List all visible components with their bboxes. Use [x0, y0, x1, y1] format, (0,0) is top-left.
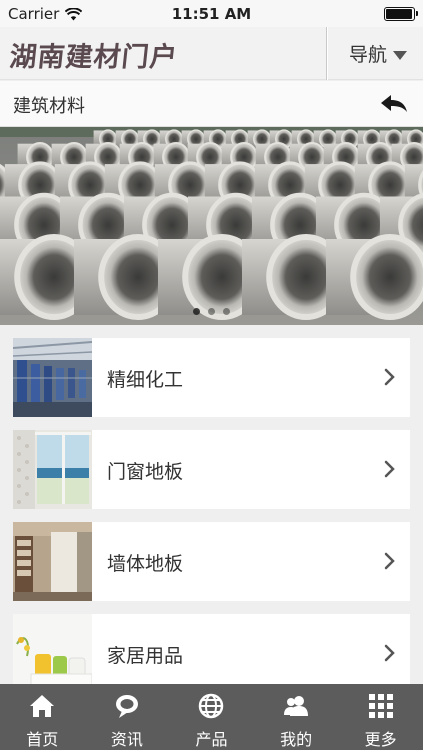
hero-banner[interactable] — [0, 127, 423, 325]
tab-label: 资讯 — [110, 730, 143, 749]
caret-down-icon — [393, 50, 407, 60]
clock: 11:51 AM — [171, 5, 252, 23]
tab-more[interactable]: 更多 — [338, 684, 423, 750]
list-item-home-goods[interactable]: 家居用品 — [13, 614, 410, 693]
battery-icon — [384, 7, 418, 21]
thumbnail-window-image — [13, 430, 92, 509]
chevron-right-icon — [384, 460, 395, 478]
tab-label: 产品 — [195, 730, 228, 749]
tab-home[interactable]: 首页 — [0, 684, 85, 750]
users-icon — [284, 696, 309, 716]
list-item-label: 家居用品 — [107, 645, 184, 667]
thumbnail-sofa-image — [13, 614, 92, 693]
list-item-label: 精细化工 — [107, 369, 184, 391]
section-title: 建筑材料 — [13, 96, 85, 117]
back-arrow-icon[interactable] — [379, 92, 409, 116]
bottom-tab-bar: 首页 资讯 产品 我的 更多 — [0, 684, 423, 750]
app-screen: Carrier 11:51 AM 湖南建材门户 导航 建筑材料 精细化工 门窗地… — [0, 0, 423, 750]
globe-icon — [199, 693, 224, 719]
banner-image-concrete-pipes — [0, 127, 423, 325]
tab-news[interactable]: 资讯 — [85, 684, 170, 750]
chevron-right-icon — [384, 368, 395, 386]
chevron-right-icon — [384, 644, 395, 662]
banner-dot[interactable] — [193, 308, 200, 315]
list-item-fine-chemicals[interactable]: 精细化工 — [13, 338, 410, 417]
thumbnail-room-image — [13, 522, 92, 601]
list-item-walls-flooring[interactable]: 墙体地板 — [13, 522, 410, 601]
status-bar: Carrier 11:51 AM — [0, 0, 423, 27]
list-item-label: 墙体地板 — [107, 553, 184, 575]
header-divider — [326, 27, 327, 80]
tab-label: 我的 — [280, 730, 313, 749]
chevron-right-icon — [384, 552, 395, 570]
banner-dot[interactable] — [208, 308, 215, 315]
banner-dot[interactable] — [223, 308, 230, 315]
tab-products[interactable]: 产品 — [169, 684, 254, 750]
banner-pagination — [0, 308, 423, 315]
chat-bubble-icon — [115, 695, 138, 718]
grid-icon — [368, 694, 393, 718]
thumbnail-factory-image — [13, 338, 92, 417]
app-header: 湖南建材门户 导航 — [0, 27, 423, 80]
category-list: 精细化工 门窗地板 墙体地板 家居用品 — [13, 338, 410, 706]
site-logo[interactable]: 湖南建材门户 — [8, 35, 180, 74]
list-item-doors-windows-flooring[interactable]: 门窗地板 — [13, 430, 410, 509]
tab-mine[interactable]: 我的 — [254, 684, 339, 750]
navigation-label: 导航 — [348, 44, 387, 66]
battery-level — [386, 9, 412, 19]
list-item-label: 门窗地板 — [107, 461, 184, 483]
navigation-menu-button[interactable]: 导航 — [333, 27, 423, 80]
home-icon — [30, 695, 55, 717]
tab-label: 更多 — [364, 730, 397, 749]
section-header: 建筑材料 — [0, 81, 423, 127]
tab-label: 首页 — [26, 730, 59, 749]
